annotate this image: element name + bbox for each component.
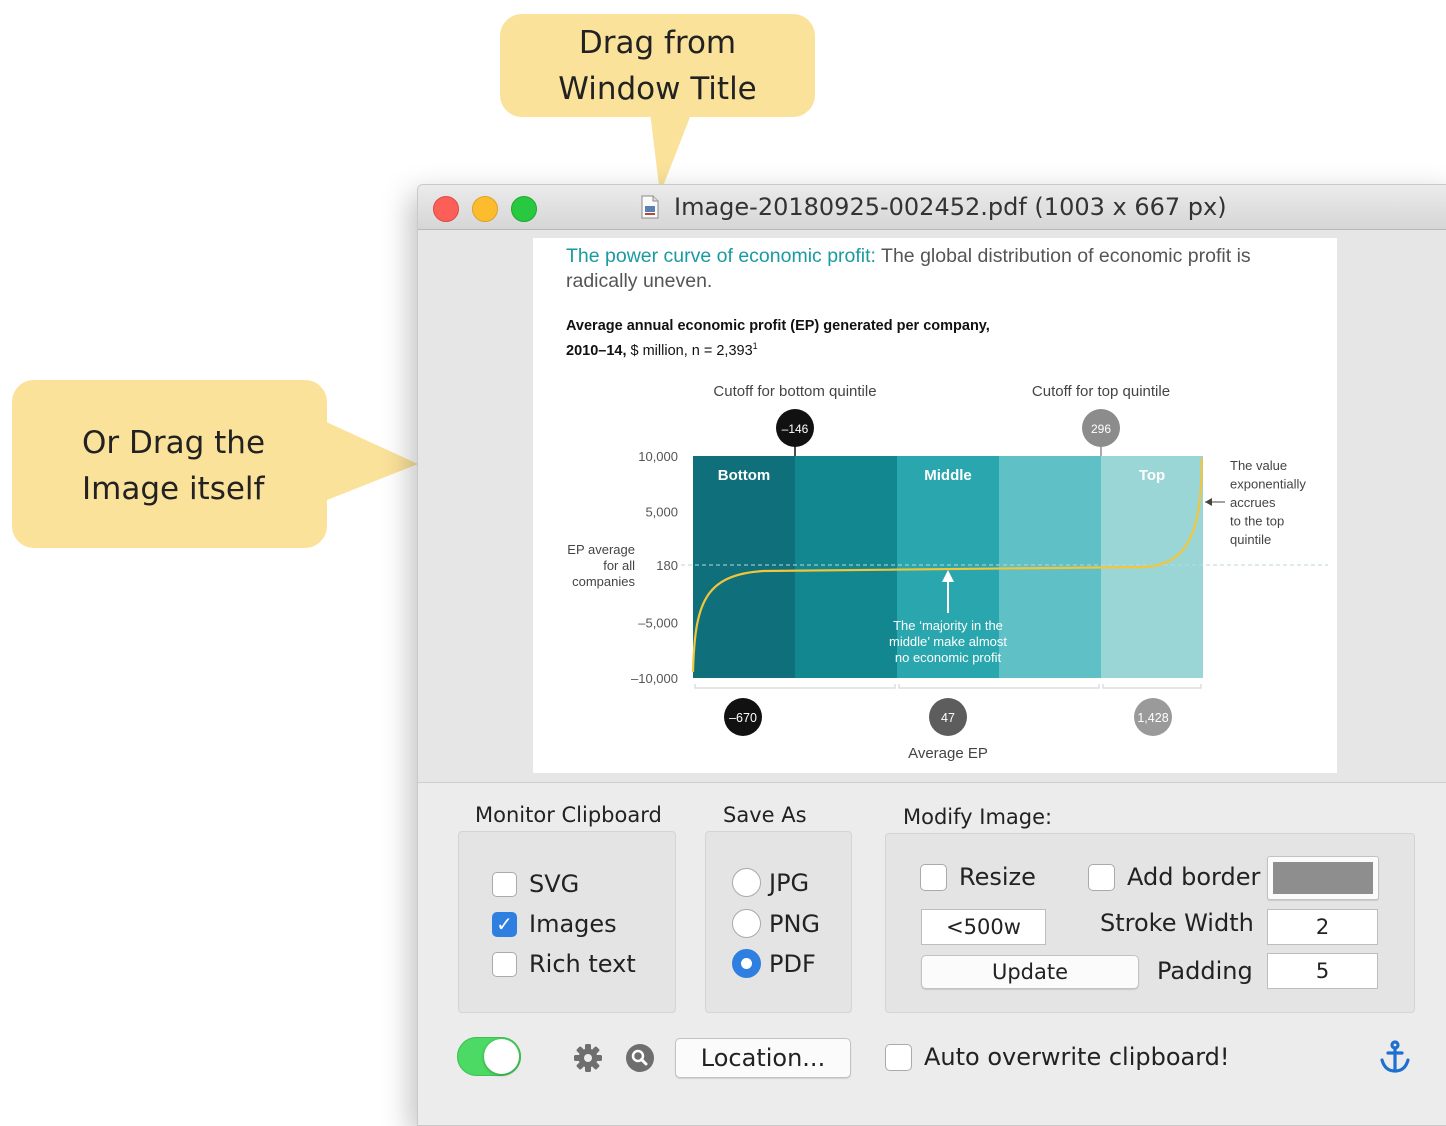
y-tick-label: –10,000 — [631, 671, 678, 686]
auto-overwrite-checkbox[interactable] — [885, 1043, 912, 1071]
callout-line: Drag from — [578, 25, 737, 61]
window-titlebar[interactable]: Image-20180925-002452.pdf (1003 x 667 px… — [418, 185, 1446, 230]
monitor-svg-row[interactable]: SVG — [492, 870, 579, 898]
annotation-top: quintile — [1230, 532, 1271, 547]
callout-line: Image itself — [82, 471, 265, 507]
images-label: Images — [529, 910, 617, 938]
monitor-images-row[interactable]: ✓ Images — [492, 910, 617, 938]
y-tick-label: –5,000 — [638, 616, 678, 631]
save-png-row[interactable]: PNG — [732, 909, 820, 938]
jpg-label: JPG — [769, 868, 810, 897]
band-label: Middle — [924, 467, 972, 484]
svg-checkbox[interactable] — [492, 871, 517, 897]
monitor-rich-text-row[interactable]: Rich text — [492, 950, 636, 978]
rich-text-label: Rich text — [529, 950, 636, 978]
location-button[interactable]: Location... — [675, 1038, 851, 1078]
annotation-top-arrowhead — [1205, 498, 1212, 506]
average-bracket — [694, 684, 896, 689]
auto-overwrite-row[interactable]: Auto overwrite clipboard! — [885, 1043, 1230, 1071]
band-label: Top — [1139, 467, 1165, 484]
resize-label: Resize — [959, 863, 1036, 891]
callout-line: Window Title — [558, 71, 757, 107]
callout-tail — [322, 420, 418, 502]
resize-value-field[interactable]: <500w — [921, 909, 1046, 945]
document-proxy-icon[interactable] — [640, 195, 660, 219]
callout-drag-from-title: Drag from Window Title — [500, 14, 815, 117]
svg-label: SVG — [529, 870, 580, 898]
callout-line: Or Drag the — [82, 425, 266, 461]
gear-icon[interactable] — [573, 1043, 603, 1073]
average-value: 1,428 — [1137, 711, 1168, 725]
rich-text-checkbox[interactable] — [492, 951, 517, 977]
save-jpg-row[interactable]: JPG — [732, 868, 809, 897]
window-title: Image-20180925-002452.pdf (1003 x 667 px… — [674, 193, 1227, 221]
annotation-middle: middle’ make almost — [889, 634, 1007, 649]
save-as-label: Save As — [723, 803, 807, 827]
annotation-middle: no economic profit — [895, 650, 1002, 665]
close-window-button[interactable] — [433, 196, 459, 222]
minimize-window-button[interactable] — [472, 196, 498, 222]
annotation-top: exponentially — [1230, 477, 1306, 492]
stroke-width-label: Stroke Width — [1100, 909, 1254, 937]
reference-label: companies — [572, 574, 635, 589]
add-border-checkbox[interactable] — [1088, 863, 1115, 891]
images-checkbox[interactable]: ✓ — [492, 911, 517, 937]
border-color-well[interactable] — [1267, 856, 1379, 900]
add-border-label: Add border — [1127, 863, 1261, 891]
callout-drag-image: Or Drag the Image itself — [12, 380, 327, 548]
app-window[interactable]: Image-20180925-002452.pdf (1003 x 667 px… — [417, 184, 1446, 1126]
jpg-radio[interactable] — [732, 868, 761, 897]
average-label: Average EP — [908, 745, 988, 762]
cutoff-label: Cutoff for bottom quintile — [713, 383, 876, 400]
update-button[interactable]: Update — [921, 955, 1139, 989]
stroke-width-field[interactable]: 2 — [1267, 909, 1378, 945]
average-bracket — [1102, 684, 1202, 689]
anchor-icon[interactable] — [1379, 1040, 1411, 1074]
zoom-window-button[interactable] — [511, 196, 537, 222]
image-preview-area[interactable]: The power curve of economic profit: The … — [418, 230, 1446, 783]
add-border-row[interactable]: Add border — [1088, 863, 1260, 891]
chart: Bottom Middle Top 10,000 5,000 180 –5,000 –10,0… — [567, 383, 1328, 762]
png-label: PNG — [769, 909, 821, 938]
toggle-knob — [484, 1039, 519, 1074]
average-value: 47 — [941, 711, 955, 725]
cutoff-value: –146 — [782, 422, 809, 436]
chart-band — [795, 456, 897, 678]
y-tick-label: 5,000 — [645, 505, 678, 520]
annotation-top: The value — [1230, 458, 1287, 473]
pdf-label: PDF — [769, 949, 816, 978]
reference-label: EP average — [567, 542, 635, 557]
annotation-top: to the top — [1230, 514, 1284, 529]
y-tick-label: 180 — [656, 558, 678, 573]
padding-field[interactable]: 5 — [1267, 953, 1378, 989]
monitor-clipboard-label: Monitor Clipboard — [475, 803, 662, 827]
cutoff-label: Cutoff for top quintile — [1032, 383, 1170, 400]
cutoff-value: 296 — [1091, 422, 1111, 436]
average-bracket — [898, 684, 1100, 689]
save-pdf-row[interactable]: PDF — [732, 949, 816, 978]
y-tick-label: 10,000 — [638, 449, 678, 464]
padding-label: Padding — [1157, 957, 1253, 985]
chart-band — [693, 456, 795, 678]
band-label: Bottom — [718, 467, 771, 484]
modify-image-label: Modify Image: — [903, 805, 1053, 829]
auto-overwrite-label: Auto overwrite clipboard! — [924, 1043, 1230, 1071]
preview-image[interactable]: The power curve of economic profit: The … — [533, 238, 1337, 773]
resize-row[interactable]: Resize — [920, 863, 1036, 891]
reference-label: for all — [603, 558, 635, 573]
search-icon[interactable] — [625, 1043, 655, 1073]
average-value: –670 — [729, 711, 757, 725]
png-radio[interactable] — [732, 909, 761, 938]
pdf-radio[interactable] — [732, 949, 761, 978]
border-color-swatch — [1273, 862, 1373, 894]
monitor-toggle[interactable] — [457, 1037, 521, 1076]
resize-checkbox[interactable] — [920, 863, 947, 891]
annotation-middle: The ‘majority in the — [893, 618, 1003, 633]
annotation-top: accrues — [1230, 495, 1276, 510]
